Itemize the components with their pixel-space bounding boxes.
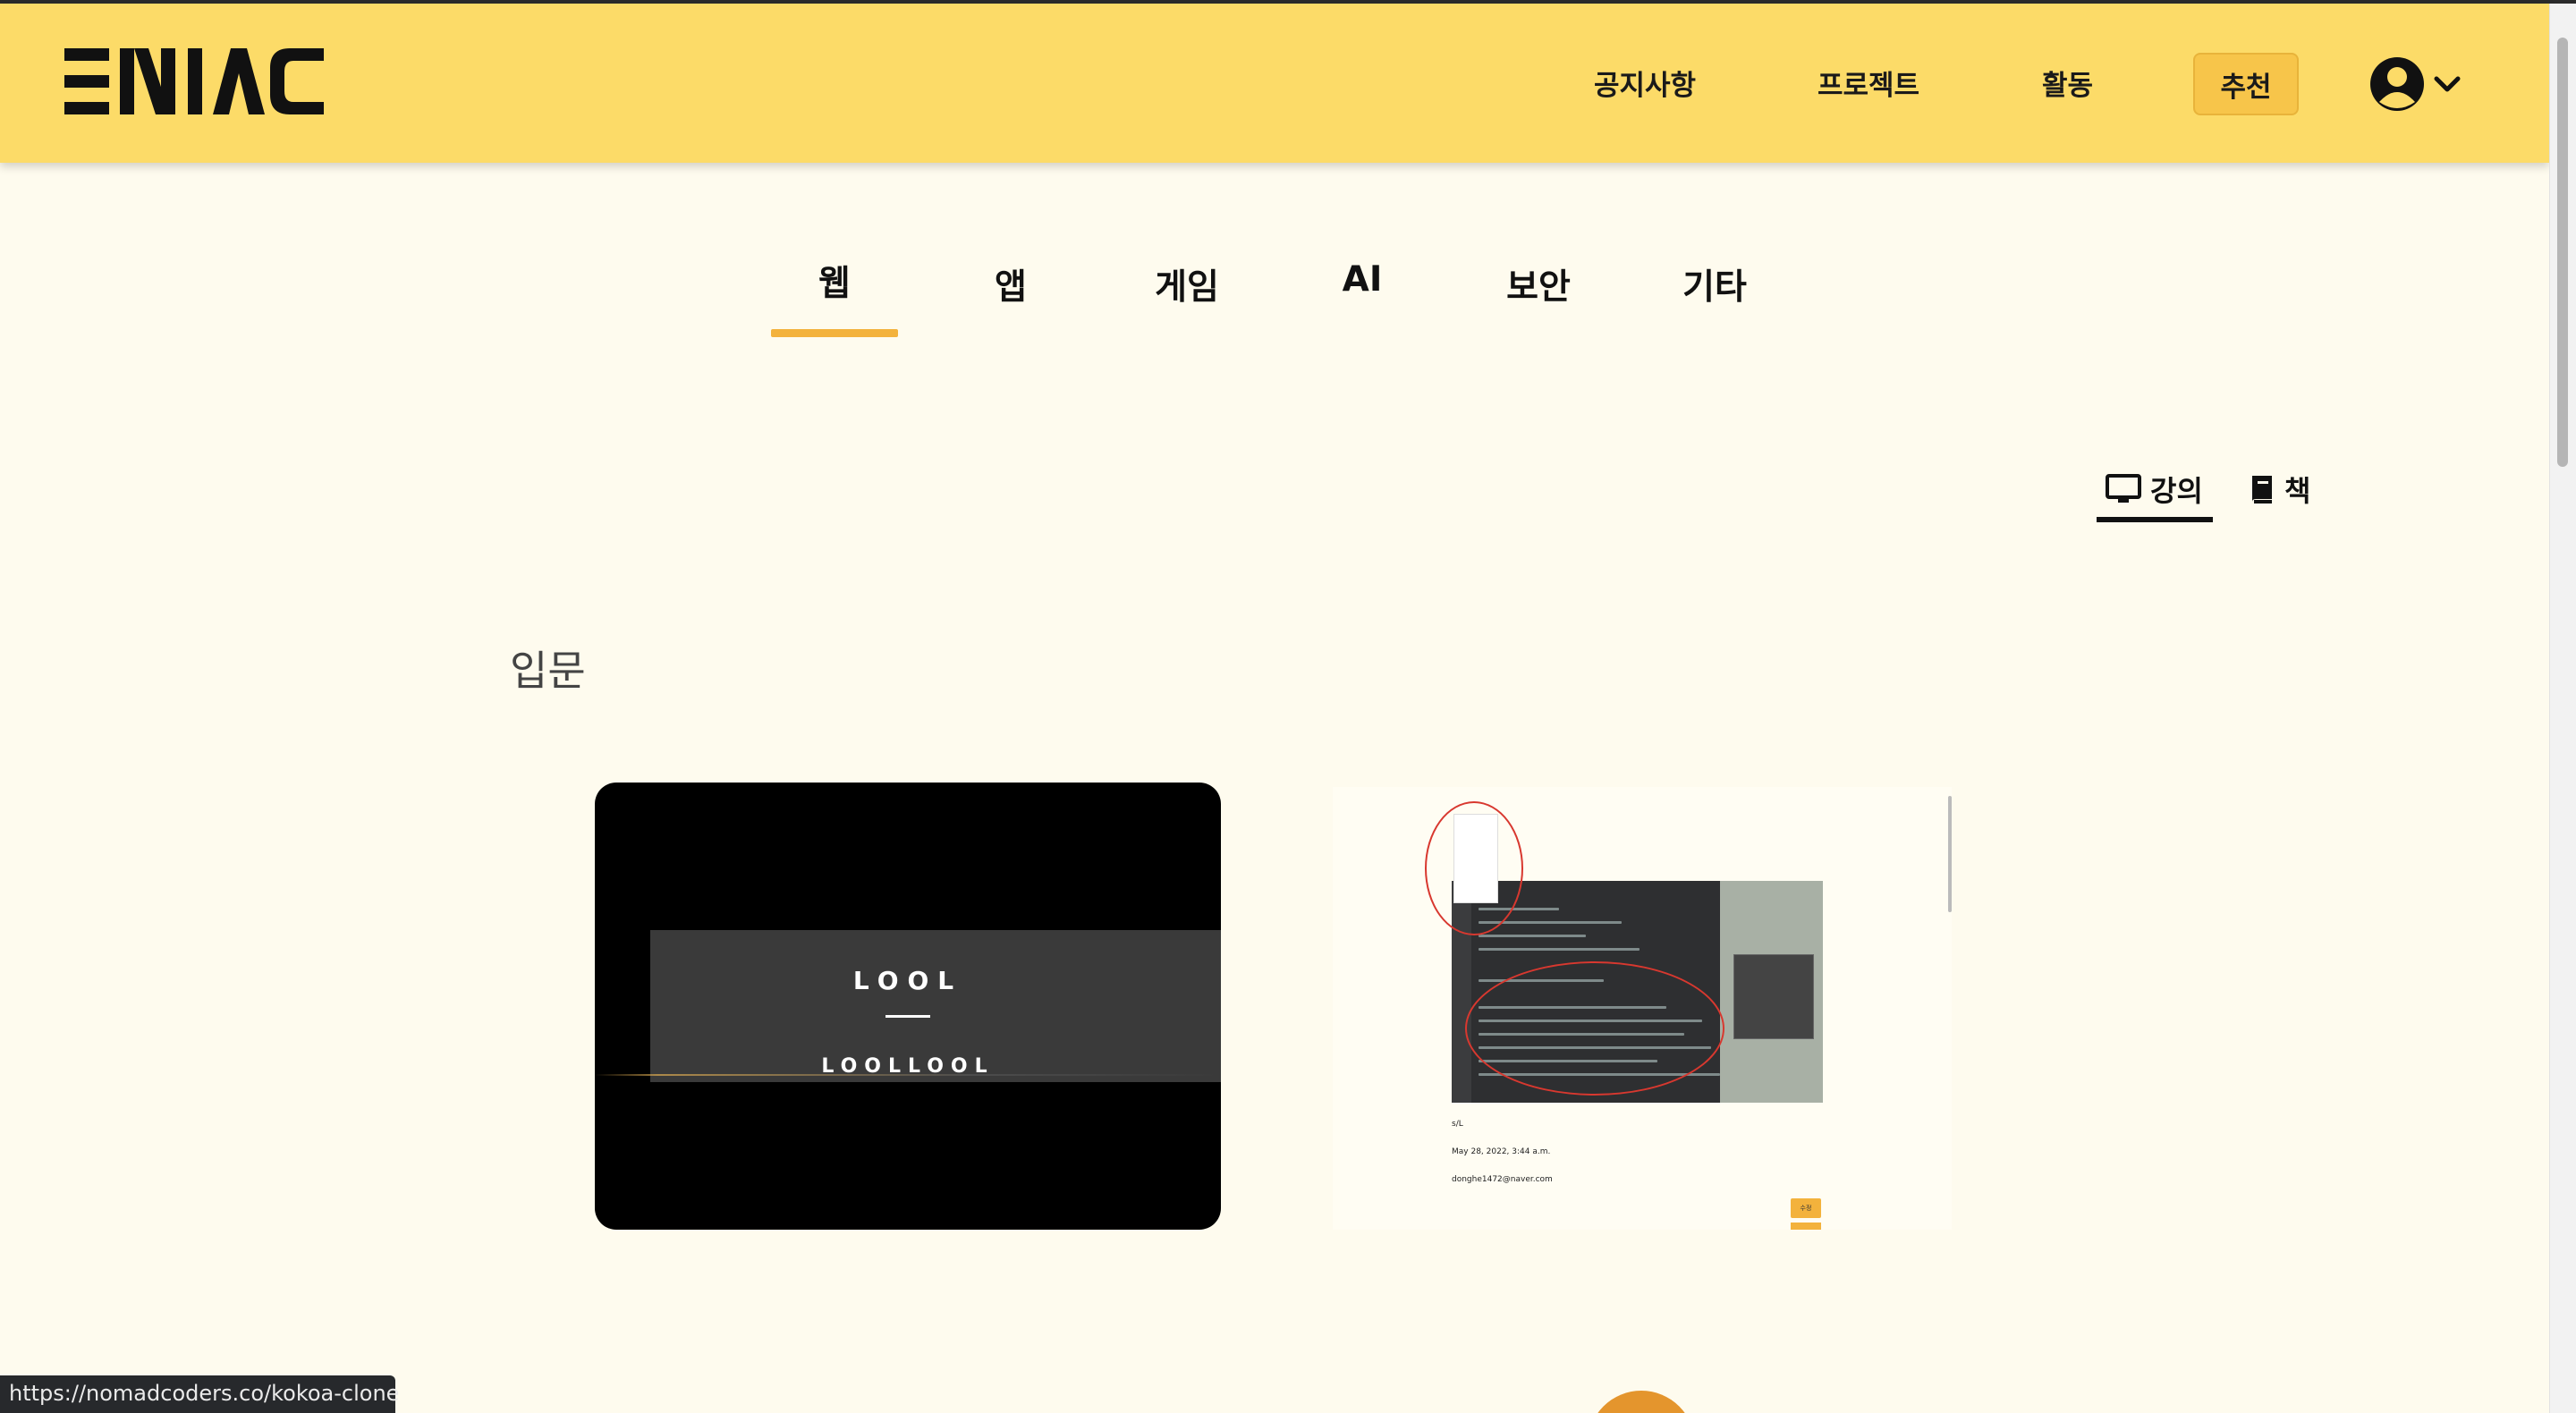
nav-activity[interactable]: 활동: [2042, 63, 2093, 103]
link-status-bar: https://nomadcoders.co/kokoa-clone: [0, 1375, 399, 1413]
card-meta-email: donghe1472@naver.com: [1452, 1175, 1553, 1184]
card-meta-name: s/L: [1452, 1120, 1463, 1129]
card-glow-line: [595, 1074, 1221, 1076]
site-header: 공지사항 프로젝트 활동 추천: [0, 4, 2549, 163]
tab-security[interactable]: 보안: [1476, 259, 1601, 309]
type-lecture-label: 강의: [2150, 474, 2203, 508]
book-icon: [2252, 476, 2272, 503]
active-type-indicator: [2097, 517, 2213, 522]
chevron-down-icon[interactable]: [2433, 72, 2462, 98]
card-meta-date: May 28, 2022, 3:44 a.m.: [1452, 1147, 1551, 1156]
ide-phone-dialog: [1733, 954, 1814, 1039]
type-lecture-toggle[interactable]: 강의: [2106, 469, 2203, 510]
ide-code-line: [1479, 935, 1586, 937]
ide-code-line: [1479, 948, 1640, 951]
card-scrollbar[interactable]: [1948, 796, 1952, 912]
card-button-shadow: [1791, 1223, 1821, 1230]
nav-project[interactable]: 프로젝트: [1818, 63, 1919, 103]
annotation-circle: [1425, 801, 1523, 935]
tab-game[interactable]: 게임: [1124, 259, 1250, 309]
tab-ai[interactable]: AI: [1300, 259, 1425, 300]
eniac-logo[interactable]: [64, 48, 326, 114]
nav-notice[interactable]: 공지사항: [1594, 63, 1696, 103]
tab-app[interactable]: 앱: [948, 259, 1073, 309]
user-avatar-icon[interactable]: [2368, 55, 2426, 113]
page-scrollbar-thumb[interactable]: [2557, 38, 2568, 467]
card-edit-button[interactable]: 수정: [1791, 1198, 1821, 1218]
active-tab-indicator: [771, 329, 898, 337]
type-book-toggle[interactable]: 책: [2249, 469, 2310, 510]
monitor-icon: [2106, 474, 2141, 503]
card-thumbnail-faint-text: [700, 936, 808, 960]
annotation-circle: [1465, 961, 1724, 1096]
type-book-label: 책: [2284, 474, 2311, 508]
tab-etc[interactable]: 기타: [1652, 259, 1777, 309]
tab-web[interactable]: 웹: [772, 256, 897, 306]
card-title-large: LOOL: [852, 966, 963, 995]
card-divider: [886, 1015, 930, 1018]
next-card-peek: [1588, 1391, 1695, 1413]
course-card[interactable]: LOOL LOOLLOOL: [595, 783, 1221, 1230]
course-card[interactable]: s/L May 28, 2022, 3:44 a.m. donghe1472@n…: [1333, 787, 1952, 1230]
nav-recommend-button[interactable]: 추천: [2193, 53, 2299, 115]
section-title: 입문: [510, 647, 586, 695]
